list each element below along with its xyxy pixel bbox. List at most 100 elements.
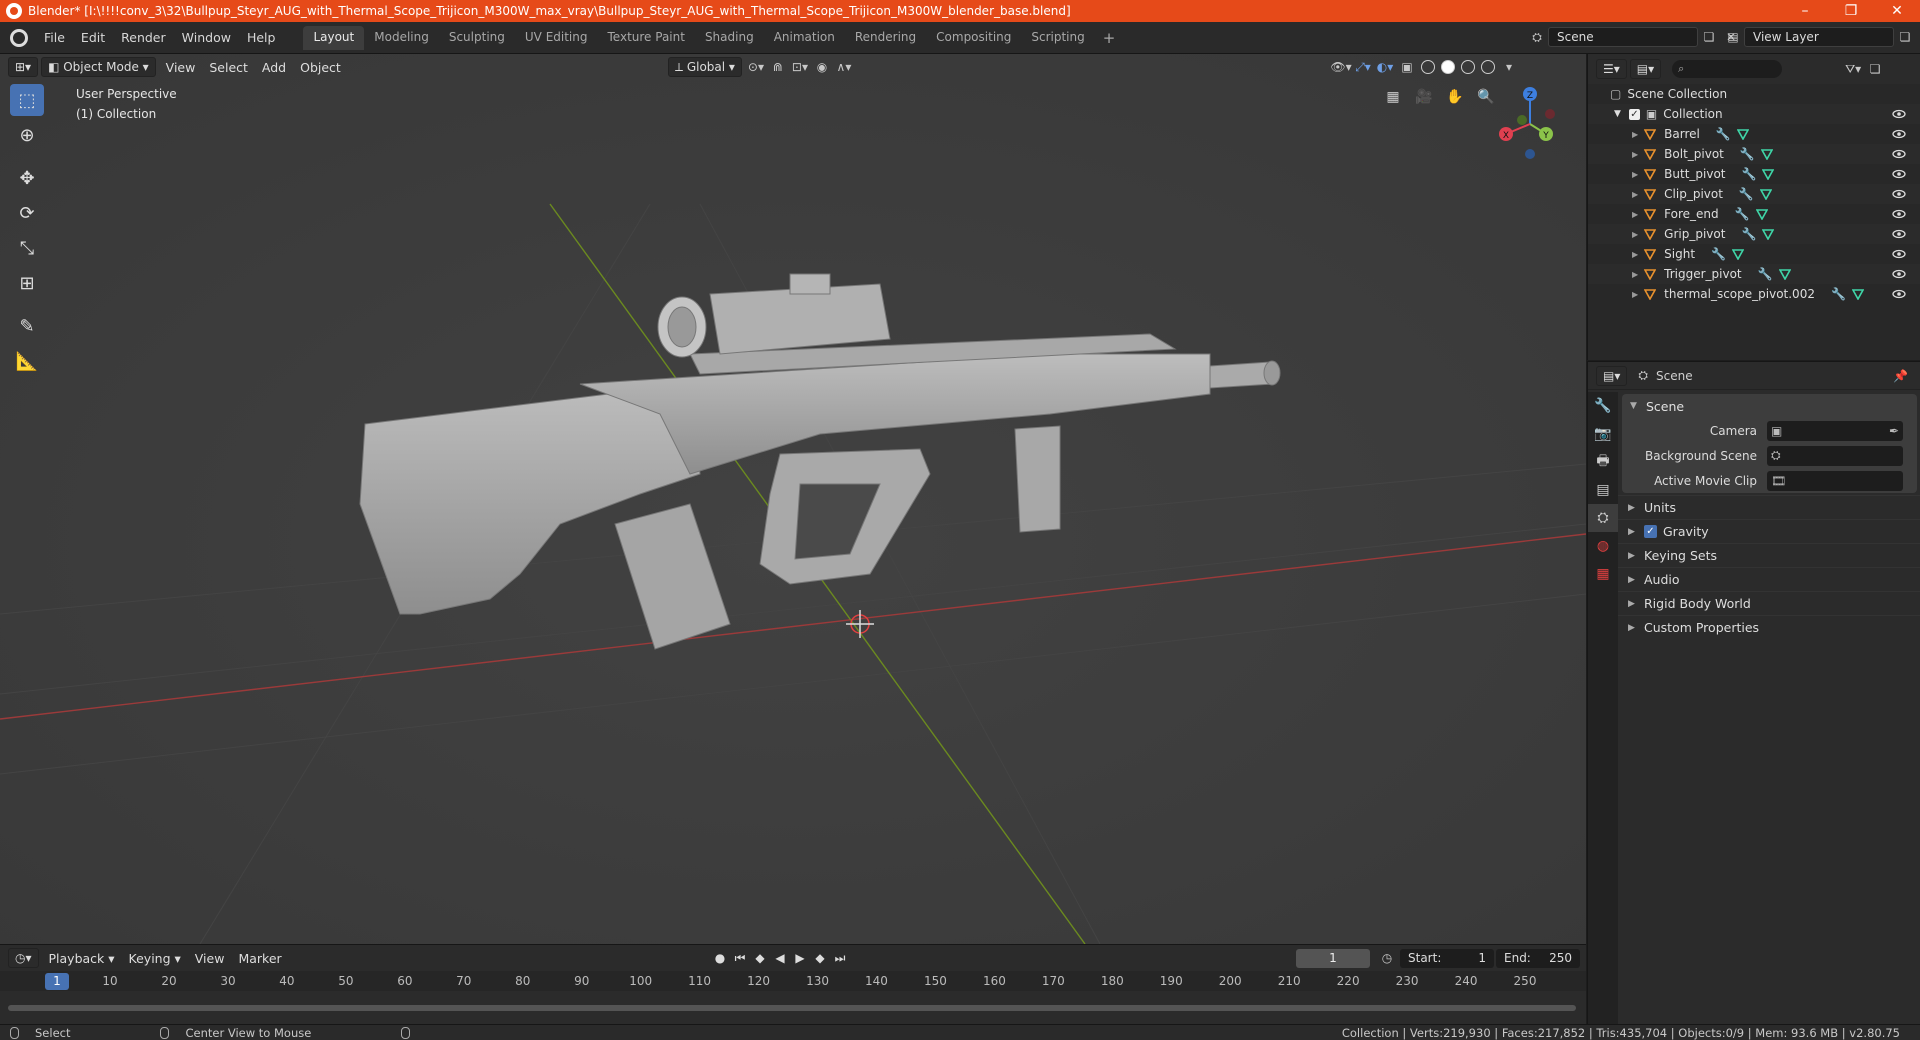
- visibility-icon[interactable]: 👁▾: [1330, 57, 1352, 77]
- mesh-data-icon[interactable]: [1778, 268, 1791, 280]
- outliner-object-row[interactable]: ▶ Barrel 🔧: [1588, 124, 1920, 144]
- view-layer-icon[interactable]: ▤: [1722, 27, 1744, 47]
- timeline-menu-playback[interactable]: Playback ▾: [42, 951, 122, 966]
- 3d-viewport[interactable]: ⊞▾ ◧ Object Mode ▾ View Select Add Objec…: [0, 54, 1586, 944]
- timeline-menu-marker[interactable]: Marker: [231, 951, 288, 966]
- start-frame-field[interactable]: Start: 1: [1400, 949, 1494, 968]
- move-tool-icon[interactable]: ✥: [10, 162, 44, 194]
- outliner-object-row[interactable]: ▶ Sight 🔧: [1588, 244, 1920, 264]
- viewport-menu-select[interactable]: Select: [202, 60, 255, 75]
- play-icon[interactable]: ▶: [790, 948, 810, 968]
- rigid-body-world-panel[interactable]: ▶ Rigid Body World: [1618, 591, 1920, 615]
- mesh-data-icon[interactable]: [1851, 288, 1864, 300]
- custom-properties-panel[interactable]: ▶ Custom Properties: [1618, 615, 1920, 639]
- menu-render[interactable]: Render: [113, 27, 174, 48]
- outliner-object-row[interactable]: ▶ Grip_pivot 🔧: [1588, 224, 1920, 244]
- menu-window[interactable]: Window: [174, 27, 239, 48]
- scale-tool-icon[interactable]: ⤡: [10, 232, 44, 264]
- outliner-editor-type-button[interactable]: ☰▾: [1596, 59, 1627, 79]
- overlay-toggle-icon[interactable]: ◐▾: [1374, 57, 1396, 77]
- eye-icon[interactable]: [1892, 107, 1906, 121]
- modifier-wrench-icon[interactable]: 🔧: [1711, 247, 1726, 261]
- add-workspace-button[interactable]: +: [1095, 26, 1124, 50]
- expand-object-icon[interactable]: ▶: [1632, 150, 1638, 159]
- viewport-menu-object[interactable]: Object: [293, 60, 348, 75]
- eyedropper-icon[interactable]: ✒: [1889, 424, 1899, 438]
- end-frame-field[interactable]: End: 250: [1496, 949, 1580, 968]
- shading-options-icon[interactable]: ▾: [1498, 57, 1520, 77]
- render-tab-icon[interactable]: 📷: [1588, 420, 1618, 448]
- jump-start-icon[interactable]: ⏮: [730, 948, 750, 968]
- blender-menu-icon[interactable]: [10, 28, 28, 47]
- camera-field[interactable]: ▣ ✒: [1767, 420, 1903, 441]
- tab-uv-editing[interactable]: UV Editing: [515, 26, 598, 50]
- world-tab-icon[interactable]: ◍: [1588, 532, 1618, 560]
- scene-name-field[interactable]: Scene: [1548, 27, 1698, 47]
- outliner-search-input[interactable]: ⌕: [1672, 60, 1783, 78]
- solid-shading-icon[interactable]: [1441, 60, 1455, 74]
- eye-icon[interactable]: [1892, 267, 1906, 281]
- menu-help[interactable]: Help: [239, 27, 284, 48]
- modifier-wrench-icon[interactable]: 🔧: [1741, 227, 1756, 241]
- modifier-wrench-icon[interactable]: 🔧: [1735, 207, 1750, 221]
- menu-file[interactable]: File: [36, 27, 73, 48]
- tab-texture-paint[interactable]: Texture Paint: [598, 26, 695, 50]
- modifier-wrench-icon[interactable]: 🔧: [1758, 267, 1773, 281]
- tab-layout[interactable]: Layout: [303, 25, 365, 50]
- scene-icon[interactable]: ⛭: [1526, 27, 1548, 47]
- eye-icon[interactable]: [1892, 127, 1906, 141]
- transform-orientation-dropdown[interactable]: ⟂ Global ▾: [668, 57, 742, 77]
- gravity-panel[interactable]: ▶ ✓ Gravity: [1618, 519, 1920, 543]
- view-layer-field[interactable]: View Layer: [1744, 27, 1894, 47]
- eye-icon[interactable]: [1892, 227, 1906, 241]
- rendered-shading-icon[interactable]: [1481, 60, 1495, 74]
- collection-checkbox[interactable]: ✓: [1628, 108, 1640, 120]
- rotate-tool-icon[interactable]: ⟳: [10, 197, 44, 229]
- active-movie-clip-field[interactable]: 🎞: [1767, 470, 1903, 491]
- transform-tool-icon[interactable]: ⊞: [10, 267, 44, 299]
- timeline-scrollbar[interactable]: [8, 1005, 1576, 1011]
- tool-tab-icon[interactable]: 🔧: [1588, 392, 1618, 420]
- modifier-wrench-icon[interactable]: 🔧: [1742, 167, 1757, 181]
- gizmo-toggle-icon[interactable]: ⤢▾: [1352, 57, 1374, 77]
- expand-object-icon[interactable]: ▶: [1632, 130, 1638, 139]
- tab-compositing[interactable]: Compositing: [926, 26, 1021, 50]
- current-frame-marker[interactable]: 1: [45, 973, 69, 990]
- modifier-wrench-icon[interactable]: 🔧: [1739, 187, 1754, 201]
- expand-object-icon[interactable]: ▶: [1632, 170, 1638, 179]
- pan-view-icon[interactable]: ✋: [1442, 84, 1468, 110]
- mesh-data-icon[interactable]: [1762, 228, 1775, 240]
- tab-modeling[interactable]: Modeling: [364, 26, 439, 50]
- expand-object-icon[interactable]: ▶: [1632, 190, 1638, 199]
- background-scene-field[interactable]: ⛭: [1767, 445, 1903, 466]
- pivot-point-icon[interactable]: ⊙▾: [745, 57, 767, 77]
- outliner-object-row[interactable]: ▶ Clip_pivot 🔧: [1588, 184, 1920, 204]
- outliner-object-row[interactable]: ▶ Trigger_pivot 🔧: [1588, 264, 1920, 284]
- outliner-object-row[interactable]: ▶ Bolt_pivot 🔧: [1588, 144, 1920, 164]
- jump-end-icon[interactable]: ⏭: [830, 948, 850, 968]
- select-box-tool-icon[interactable]: ⬚: [10, 84, 44, 116]
- prev-keyframe-icon[interactable]: ◆: [750, 948, 770, 968]
- eye-icon[interactable]: [1892, 167, 1906, 181]
- viewport-menu-view[interactable]: View: [159, 60, 203, 75]
- navigation-gizmo[interactable]: Z Y X: [1490, 84, 1570, 164]
- outliner-object-row[interactable]: ▶ Fore_end 🔧: [1588, 204, 1920, 224]
- mesh-data-icon[interactable]: [1762, 168, 1775, 180]
- audio-panel[interactable]: ▶ Audio: [1618, 567, 1920, 591]
- collection-row[interactable]: ▼ ✓ ▣ Collection: [1588, 104, 1920, 124]
- timeline-menu-view[interactable]: View: [188, 951, 232, 966]
- filter-icon[interactable]: ⛛▾: [1842, 59, 1864, 79]
- mesh-data-icon[interactable]: [1759, 188, 1772, 200]
- snap-target-icon[interactable]: ⊡▾: [789, 57, 811, 77]
- cursor-tool-icon[interactable]: ⊕: [10, 119, 44, 151]
- camera-view-icon[interactable]: 🎥: [1411, 84, 1437, 110]
- expand-collection-icon[interactable]: ▼: [1614, 109, 1621, 119]
- properties-editor-type-button[interactable]: ▤▾: [1596, 365, 1628, 386]
- measure-tool-icon[interactable]: 📐: [10, 345, 44, 377]
- mesh-data-icon[interactable]: [1755, 208, 1768, 220]
- view-layer-tab-icon[interactable]: ▤: [1588, 476, 1618, 504]
- output-tab-icon[interactable]: 🖶: [1588, 448, 1618, 476]
- snap-icon[interactable]: ⋒: [767, 57, 789, 77]
- expand-object-icon[interactable]: ▶: [1632, 230, 1638, 239]
- scene-tab-icon[interactable]: ⛭: [1588, 504, 1618, 532]
